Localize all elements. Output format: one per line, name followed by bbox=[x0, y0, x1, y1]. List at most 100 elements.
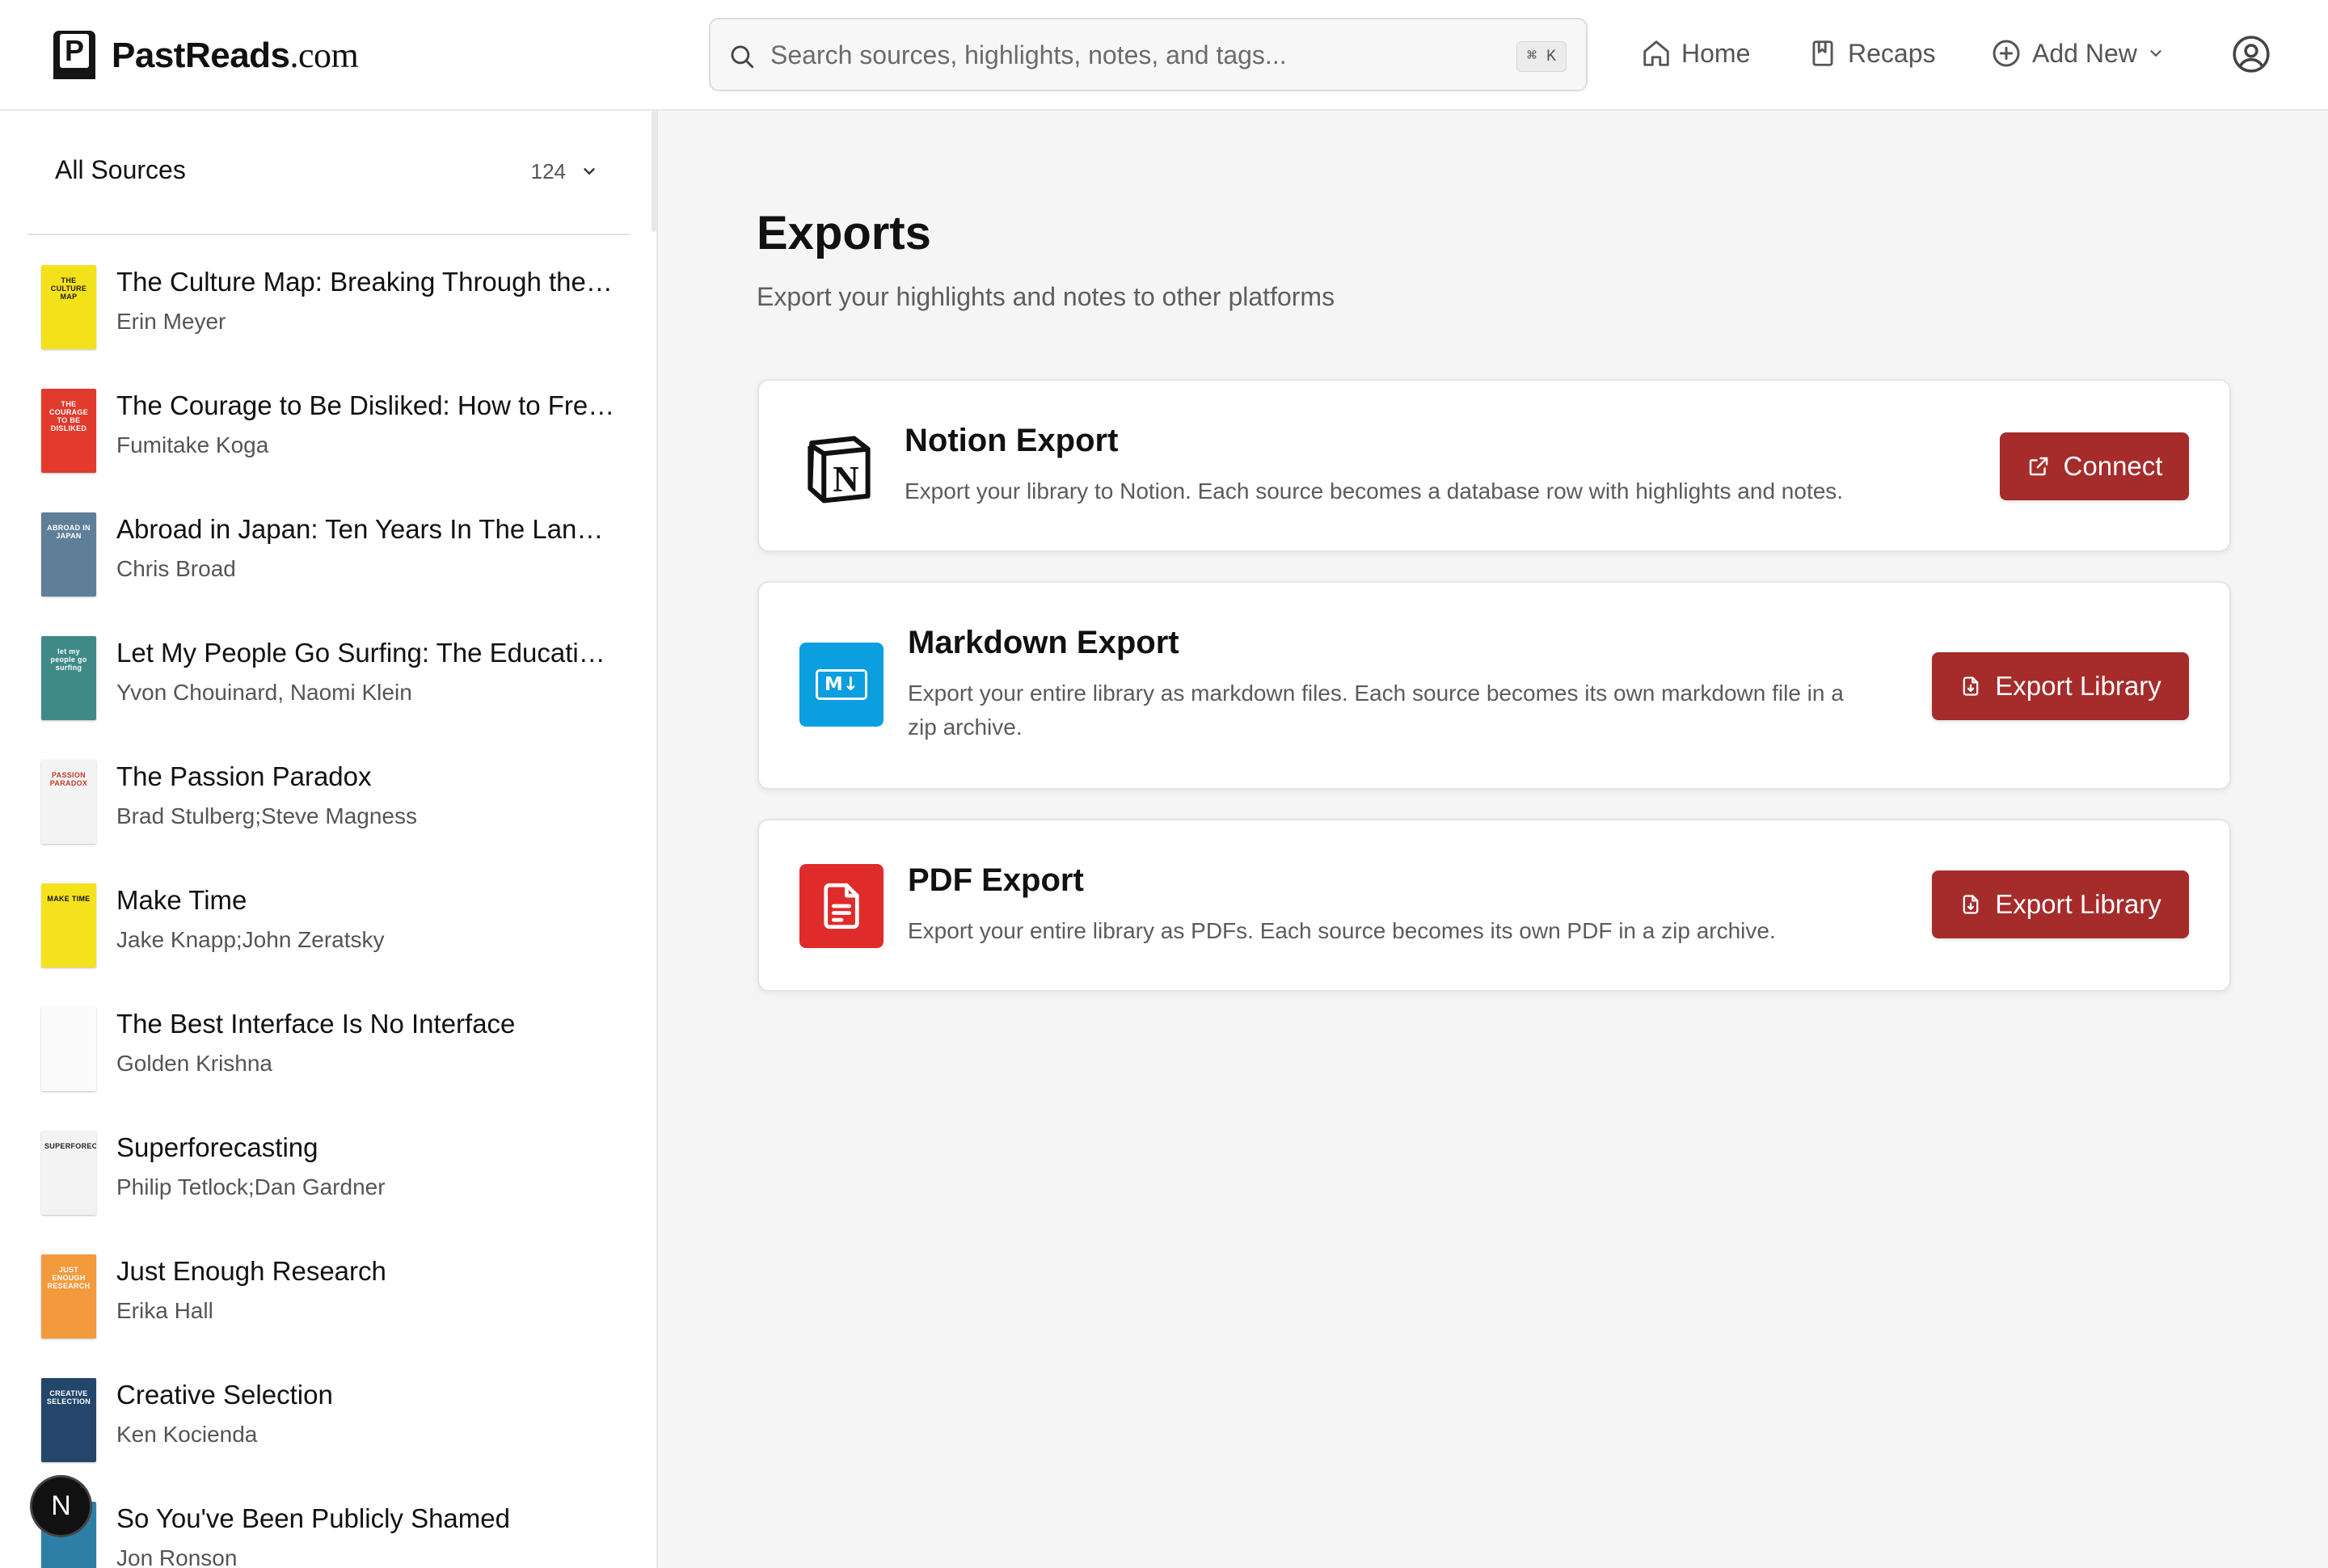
search-box[interactable]: ⌘ K bbox=[709, 18, 1588, 91]
source-author: Yvon Chouinard, Naomi Klein bbox=[116, 680, 412, 705]
page-title: Exports bbox=[757, 207, 931, 259]
file-download-icon bbox=[1963, 895, 1979, 914]
top-bar: P PastReads.com ⌘ K Home Recaps Add New bbox=[0, 0, 2328, 111]
source-list-item[interactable]: SUPERFORECASTING Superforecasting Philip T… bbox=[0, 1126, 639, 1250]
nav-recaps[interactable]: Recaps bbox=[1807, 32, 1936, 74]
source-list-item[interactable]: So You've Been Publicly Shamed Jon Ronson bbox=[0, 1497, 639, 1568]
sources-sidebar: All Sources 124 THE CULTURE MAP The Cultu… bbox=[0, 111, 658, 1568]
exports-page: Exports Export your highlights and notes… bbox=[660, 111, 2328, 1568]
source-author: Jon Ronson bbox=[116, 1545, 238, 1568]
pdf-export-card: PDF Export Export your entire library as… bbox=[757, 819, 2231, 992]
notion-connect-label: Connect bbox=[2063, 451, 2163, 481]
source-title: Just Enough Research bbox=[116, 1256, 386, 1286]
plus-circle-icon bbox=[1993, 40, 2020, 67]
book-cover-image: JUST ENOUGH RESEARCH bbox=[41, 1254, 96, 1338]
source-list-item[interactable]: MAKE TIME Make Time Jake Knapp;John Zerats… bbox=[0, 879, 639, 1002]
source-list: THE CULTURE MAP The Culture Map: Breaking… bbox=[0, 260, 639, 1568]
pdf-file-icon bbox=[799, 864, 884, 948]
source-title: The Courage to Be Disliked: How to Free … bbox=[116, 390, 618, 420]
source-author: Brad Stulberg;Steve Magness bbox=[116, 803, 417, 828]
notion-connect-button[interactable]: Connect bbox=[2000, 432, 2189, 500]
notion-export-description: Export your library to Notion. Each sour… bbox=[905, 478, 1844, 504]
source-list-item[interactable]: let my people go surfing Let My People Go… bbox=[0, 631, 639, 755]
source-title: The Passion Paradox bbox=[116, 761, 372, 791]
source-list-item[interactable]: JUST ENOUGH RESEARCH Just Enough Research… bbox=[0, 1250, 639, 1373]
sources-count: 124 bbox=[530, 159, 566, 183]
book-cover-image: SUPERFORECASTING bbox=[41, 1131, 96, 1215]
book-cover-image: let my people go surfing bbox=[41, 636, 96, 720]
nav-add-new-label: Add New bbox=[2032, 38, 2137, 68]
markdown-export-card: M↓ Markdown Export Export your entire li… bbox=[757, 581, 2231, 790]
pdf-export-library-button[interactable]: Export Library bbox=[1932, 870, 2189, 938]
sources-filter-label: All Sources bbox=[55, 155, 186, 184]
home-icon bbox=[1643, 40, 1669, 66]
markdown-export-description: Export your entire library as markdown f… bbox=[908, 681, 1844, 740]
nav-home[interactable]: Home bbox=[1641, 32, 1750, 74]
markdown-export-title: Markdown Export bbox=[908, 625, 1179, 660]
user-avatar-icon[interactable] bbox=[2231, 34, 2271, 74]
source-list-item[interactable]: PASSION PARADOX The Passion Paradox Brad S… bbox=[0, 755, 639, 879]
nav-recaps-label: Recaps bbox=[1848, 38, 1936, 68]
book-cover-text: ABROAD IN JAPAN bbox=[47, 524, 91, 540]
notion-export-title: Notion Export bbox=[905, 423, 1119, 458]
pdf-export-title: PDF Export bbox=[908, 862, 1084, 898]
book-cover-image: THE COURAGE TO BE DISLIKED bbox=[41, 389, 96, 473]
source-author: Golden Krishna bbox=[116, 1051, 273, 1076]
brand-name: PastReads.com bbox=[112, 35, 359, 75]
external-link-icon bbox=[2029, 457, 2048, 476]
source-list-item[interactable]: THE CULTURE MAP The Culture Map: Breaking… bbox=[0, 260, 639, 384]
next-dev-indicator-button[interactable]: N bbox=[30, 1475, 92, 1537]
source-list-item[interactable]: CREATIVE SELECTION Creative Selection Ken … bbox=[0, 1373, 639, 1497]
chevron-down-icon bbox=[2150, 50, 2161, 57]
source-title: Let My People Go Surfing: The Education … bbox=[116, 638, 618, 668]
brand-logo-link[interactable]: P PastReads.com bbox=[53, 31, 359, 79]
book-cover-text: THE COURAGE TO BE DISLIKED bbox=[48, 400, 89, 432]
book-cover-image: CREATIVE SELECTION bbox=[41, 1378, 96, 1462]
source-list-item[interactable]: The Best Interface Is No Interface Golden… bbox=[0, 1002, 639, 1126]
notion-export-card: N Notion Export Export your library to N… bbox=[757, 379, 2231, 552]
source-title: Abroad in Japan: Ten Years In The Land o… bbox=[116, 514, 618, 544]
source-list-item[interactable]: ABROAD IN JAPAN Abroad in Japan: Ten Year… bbox=[0, 508, 639, 631]
source-title: The Culture Map: Breaking Through the In… bbox=[116, 267, 618, 297]
sidebar-scrollbar[interactable] bbox=[652, 111, 656, 232]
markdown-export-library-button[interactable]: Export Library bbox=[1932, 652, 2189, 720]
nav-home-label: Home bbox=[1681, 38, 1751, 68]
book-cover-text: SUPERFORECASTING bbox=[44, 1142, 96, 1150]
book-cover-text: JUST ENOUGH RESEARCH bbox=[47, 1266, 91, 1290]
book-cover-image: ABROAD IN JAPAN bbox=[41, 512, 96, 596]
source-title: Superforecasting bbox=[116, 1132, 318, 1162]
book-cover-text: PASSION PARADOX bbox=[49, 771, 88, 787]
source-title: The Best Interface Is No Interface bbox=[116, 1009, 516, 1039]
nav-add-new-dropdown[interactable]: Add New bbox=[1990, 32, 2165, 74]
source-title: Creative Selection bbox=[116, 1380, 333, 1410]
book-cover-image: MAKE TIME bbox=[41, 883, 96, 967]
file-download-icon bbox=[1963, 677, 1979, 696]
book-cover-text: let my people go surfing bbox=[50, 647, 87, 672]
source-author: Philip Tetlock;Dan Gardner bbox=[116, 1174, 386, 1199]
svg-text:N: N bbox=[833, 459, 859, 499]
search-input[interactable] bbox=[770, 34, 1401, 76]
markdown-icon: M↓ bbox=[799, 643, 884, 727]
source-author: Jake Knapp;John Zeratsky bbox=[116, 927, 385, 952]
book-cover-text: THE CULTURE MAP bbox=[50, 276, 87, 301]
sources-filter-dropdown[interactable]: All Sources 124 bbox=[27, 111, 630, 235]
book-cover-text: CREATIVE SELECTION bbox=[46, 1389, 91, 1406]
markdown-export-library-label: Export Library bbox=[1995, 671, 2161, 701]
book-open-icon bbox=[1812, 40, 1833, 66]
pdf-export-library-label: Export Library bbox=[1995, 889, 2161, 919]
pastreads-logo-icon: P bbox=[53, 31, 95, 79]
source-author: Erika Hall bbox=[116, 1298, 213, 1323]
source-list-item[interactable]: THE COURAGE TO BE DISLIKED The Courage to… bbox=[0, 384, 639, 508]
book-cover-image bbox=[41, 1007, 96, 1091]
book-cover-image: PASSION PARADOX bbox=[41, 760, 96, 844]
search-icon bbox=[731, 45, 754, 69]
book-cover-image: THE CULTURE MAP bbox=[41, 265, 96, 349]
source-title: So You've Been Publicly Shamed bbox=[116, 1503, 510, 1533]
search-shortcut-hint: ⌘ K bbox=[1516, 41, 1567, 72]
source-author: Ken Kocienda bbox=[116, 1422, 258, 1447]
book-cover-text: MAKE TIME bbox=[47, 895, 91, 903]
pdf-export-description: Export your entire library as PDFs. Each… bbox=[908, 918, 1776, 943]
source-author: Chris Broad bbox=[116, 556, 236, 581]
notion-logo-icon: N bbox=[808, 436, 871, 504]
chevron-down-icon bbox=[584, 168, 595, 175]
